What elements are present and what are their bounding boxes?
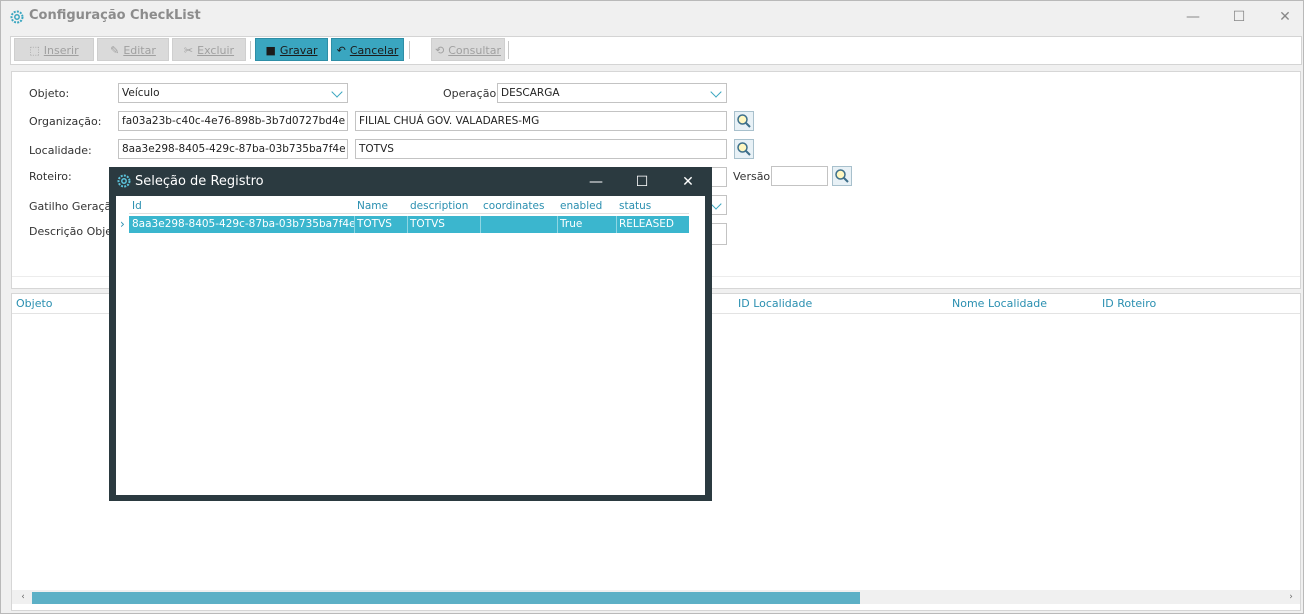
column-header-objeto[interactable]: Objeto — [16, 297, 53, 310]
cancelar-button[interactable]: ↶ Cancelar — [331, 38, 404, 61]
localidade-label: Localidade: — [29, 144, 92, 157]
magnifier-icon — [835, 169, 849, 183]
excluir-button[interactable]: ✂ Excluir — [172, 38, 246, 61]
column-header-id-roteiro[interactable]: ID Roteiro — [1102, 297, 1156, 310]
undo-icon: ↶ — [336, 44, 346, 57]
horizontal-scrollbar[interactable]: ‹ › — [12, 590, 1300, 604]
scrollbar-thumb[interactable] — [32, 592, 860, 604]
gatilho-label: Gatilho Geração: — [29, 200, 122, 213]
insert-icon: ⬚ — [29, 44, 40, 57]
operacao-select[interactable]: DESCARGA — [497, 83, 727, 103]
inserir-label: Inserir — [43, 44, 79, 57]
cell-separator — [616, 216, 617, 233]
edit-icon: ✎ — [110, 44, 120, 57]
toolbar: ⬚ Inserir ✎ Editar ✂ Excluir ■ Gravar ↶ Cance… — [10, 36, 1302, 65]
dialog-column-status[interactable]: status — [619, 200, 651, 212]
dialog-minimize-button[interactable]: — — [576, 171, 616, 193]
cell-description: TOTVS — [410, 218, 445, 230]
objeto-label: Objeto: — [29, 87, 70, 100]
dialog-column-name[interactable]: Name — [357, 200, 388, 212]
minimize-button[interactable]: — — [1171, 5, 1215, 29]
operacao-label: Operação: — [443, 87, 500, 100]
row-indicator-icon: › — [120, 217, 125, 231]
window-title: Configuração CheckList — [29, 8, 201, 23]
column-header-nome-localidade[interactable]: Nome Localidade — [952, 297, 1047, 310]
toolbar-separator — [250, 41, 251, 59]
gravar-button[interactable]: ■ Gravar — [255, 38, 328, 61]
localidade-id-field[interactable]: 8aa3e298-8405-429c-87ba-03b735ba7f4e — [118, 139, 348, 159]
editar-label: Editar — [123, 44, 156, 57]
title-bar: Configuração CheckList — ☐ ✕ — [1, 1, 1303, 33]
cell-separator — [354, 216, 355, 233]
cell-separator — [480, 216, 481, 233]
localidade-nome-field[interactable]: TOTVS — [355, 139, 727, 159]
scroll-right-arrow[interactable]: › — [1284, 590, 1298, 604]
organizacao-nome-field[interactable]: FILIAL CHUÁ GOV. VALADARES-MG — [355, 111, 727, 131]
search-link-icon: ⟲ — [435, 44, 445, 57]
gravar-label: Gravar — [279, 44, 318, 57]
toolbar-separator — [409, 41, 410, 59]
scroll-left-arrow[interactable]: ‹ — [16, 590, 30, 604]
column-header-id-localidade[interactable]: ID Localidade — [738, 297, 812, 310]
cell-id: 8aa3e298-8405-429c-87ba-03b735ba7f4e — [132, 218, 356, 230]
dialog-column-description[interactable]: description — [410, 200, 468, 212]
inserir-button[interactable]: ⬚ Inserir — [14, 38, 94, 61]
cell-enabled: True — [560, 218, 583, 230]
gear-icon — [10, 10, 24, 24]
cell-name: TOTVS — [357, 218, 392, 230]
objeto-select[interactable]: Veículo — [118, 83, 348, 103]
consultar-button[interactable]: ⟲ Consultar — [431, 38, 505, 61]
close-button[interactable]: ✕ — [1263, 5, 1304, 29]
organizacao-id-field[interactable]: fa03a23b-c40c-4e76-898b-3b7d0727bd4e — [118, 111, 348, 131]
dialog-maximize-button[interactable]: ☐ — [622, 171, 662, 193]
dialog-header-divider — [129, 213, 689, 214]
dialog-column-enabled[interactable]: enabled — [560, 200, 602, 212]
dialog-close-button[interactable]: ✕ — [668, 171, 708, 193]
versao-search-button[interactable] — [832, 166, 852, 186]
cancelar-label: Cancelar — [349, 44, 399, 57]
organizacao-label: Organização: — [29, 115, 102, 128]
dialog-column-coordinates[interactable]: coordinates — [483, 200, 544, 212]
organizacao-search-button[interactable] — [734, 111, 754, 131]
magnifier-icon — [737, 114, 751, 128]
maximize-button[interactable]: ☐ — [1217, 5, 1261, 29]
versao-label: Versão — [733, 170, 771, 183]
localidade-search-button[interactable] — [734, 139, 754, 159]
selecao-registro-dialog: Seleção de Registro — ☐ ✕ Id Name descri… — [109, 167, 712, 501]
dialog-grid: Id Name description coordinates enabled … — [116, 196, 705, 495]
editar-button[interactable]: ✎ Editar — [97, 38, 169, 61]
dialog-title: Seleção de Registro — [135, 174, 264, 189]
table-row[interactable]: 8aa3e298-8405-429c-87ba-03b735ba7f4e TOT… — [129, 216, 689, 233]
excluir-label: Excluir — [197, 44, 235, 57]
cell-separator — [407, 216, 408, 233]
versao-field[interactable] — [771, 166, 828, 186]
cell-separator — [557, 216, 558, 233]
save-icon: ■ — [265, 44, 276, 57]
roteiro-label: Roteiro: — [29, 170, 72, 183]
toolbar-separator — [508, 41, 509, 59]
delete-icon: ✂ — [183, 44, 194, 57]
gear-icon — [117, 174, 131, 188]
cell-status: RELEASED — [619, 218, 674, 230]
dialog-column-id[interactable]: Id — [132, 200, 142, 212]
consultar-label: Consultar — [448, 44, 501, 57]
magnifier-icon — [737, 142, 751, 156]
